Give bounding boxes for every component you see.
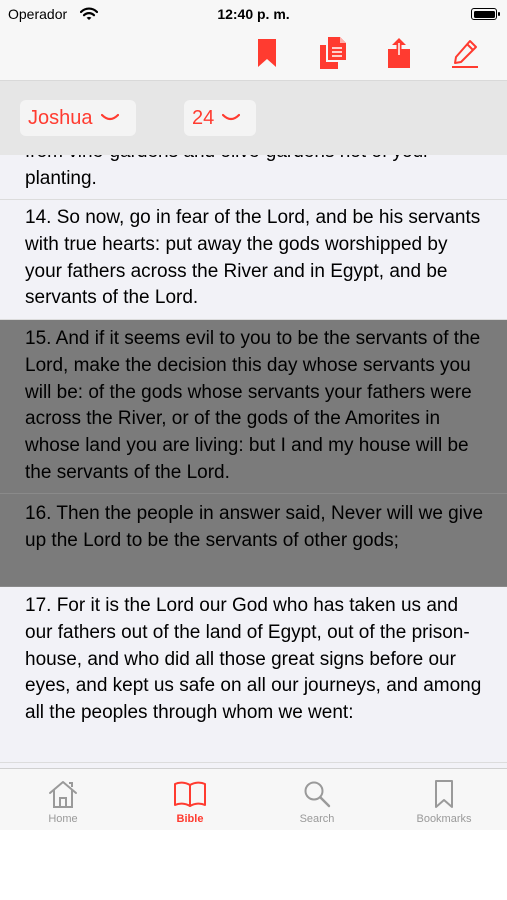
bible-app: Operador 12:40 p. m. Joshua 24 planting.…	[0, 0, 507, 830]
verse-text: 14. So now, go in fear of the Lord, and …	[25, 207, 481, 309]
tab-bar: Home Bible Search Bookmarks	[0, 768, 507, 830]
book-name: Joshua	[28, 106, 93, 129]
share-button[interactable]	[382, 36, 416, 70]
copy-icon	[320, 37, 346, 69]
verse-item-selected[interactable]: 16. Then the people in answer said, Neve…	[0, 494, 507, 587]
verse-text: 16. Then the people in answer said, Neve…	[25, 503, 484, 551]
home-icon	[49, 781, 77, 808]
verse-text: 15. And if it seems evil to you to be th…	[25, 328, 481, 483]
tab-bookmarks[interactable]: Bookmarks	[381, 769, 507, 830]
note-button[interactable]	[448, 36, 482, 70]
chevron-down-icon	[222, 113, 241, 121]
tab-home[interactable]: Home	[0, 769, 126, 830]
chapter-selector[interactable]: 24	[184, 100, 256, 136]
tab-label: Bookmarks	[416, 813, 472, 825]
pencil-icon	[452, 40, 478, 68]
tab-label: Search	[299, 813, 335, 825]
share-icon	[388, 38, 410, 68]
bookmark-outline-icon	[435, 780, 453, 808]
search-icon	[304, 781, 331, 808]
tab-bible[interactable]: Bible	[127, 769, 253, 830]
tab-search[interactable]: Search	[254, 769, 380, 830]
verse-item[interactable]: 17. For it is the Lord our God who has t…	[0, 587, 507, 763]
copy-button[interactable]	[316, 36, 350, 70]
toolbar	[0, 28, 507, 81]
book-chapter-bar: Joshua 24	[0, 81, 507, 155]
book-selector[interactable]: Joshua	[20, 100, 136, 136]
bookmark-button[interactable]	[250, 36, 284, 70]
verse-text: 17. For it is the Lord our God who has t…	[25, 595, 482, 724]
status-bar: Operador 12:40 p. m.	[0, 0, 507, 28]
verse-text: from vine-gardens and olive-gardens not …	[25, 155, 430, 189]
status-time: 12:40 p. m.	[217, 6, 290, 22]
bookmark-icon	[258, 39, 276, 67]
battery-icon	[471, 8, 500, 20]
verse-item[interactable]: from vine-gardens and olive-gardens not …	[0, 155, 507, 200]
verse-item-selected[interactable]: 15. And if it seems evil to you to be th…	[0, 320, 507, 494]
chapter-number: 24	[192, 106, 215, 129]
verse-list[interactable]: from vine-gardens and olive-gardens not …	[0, 155, 507, 768]
tab-label: Home	[48, 813, 78, 825]
chevron-down-icon	[100, 113, 119, 121]
book-icon	[174, 781, 206, 807]
tab-label: Bible	[176, 813, 204, 825]
verse-item[interactable]: 14. So now, go in fear of the Lord, and …	[0, 200, 507, 320]
